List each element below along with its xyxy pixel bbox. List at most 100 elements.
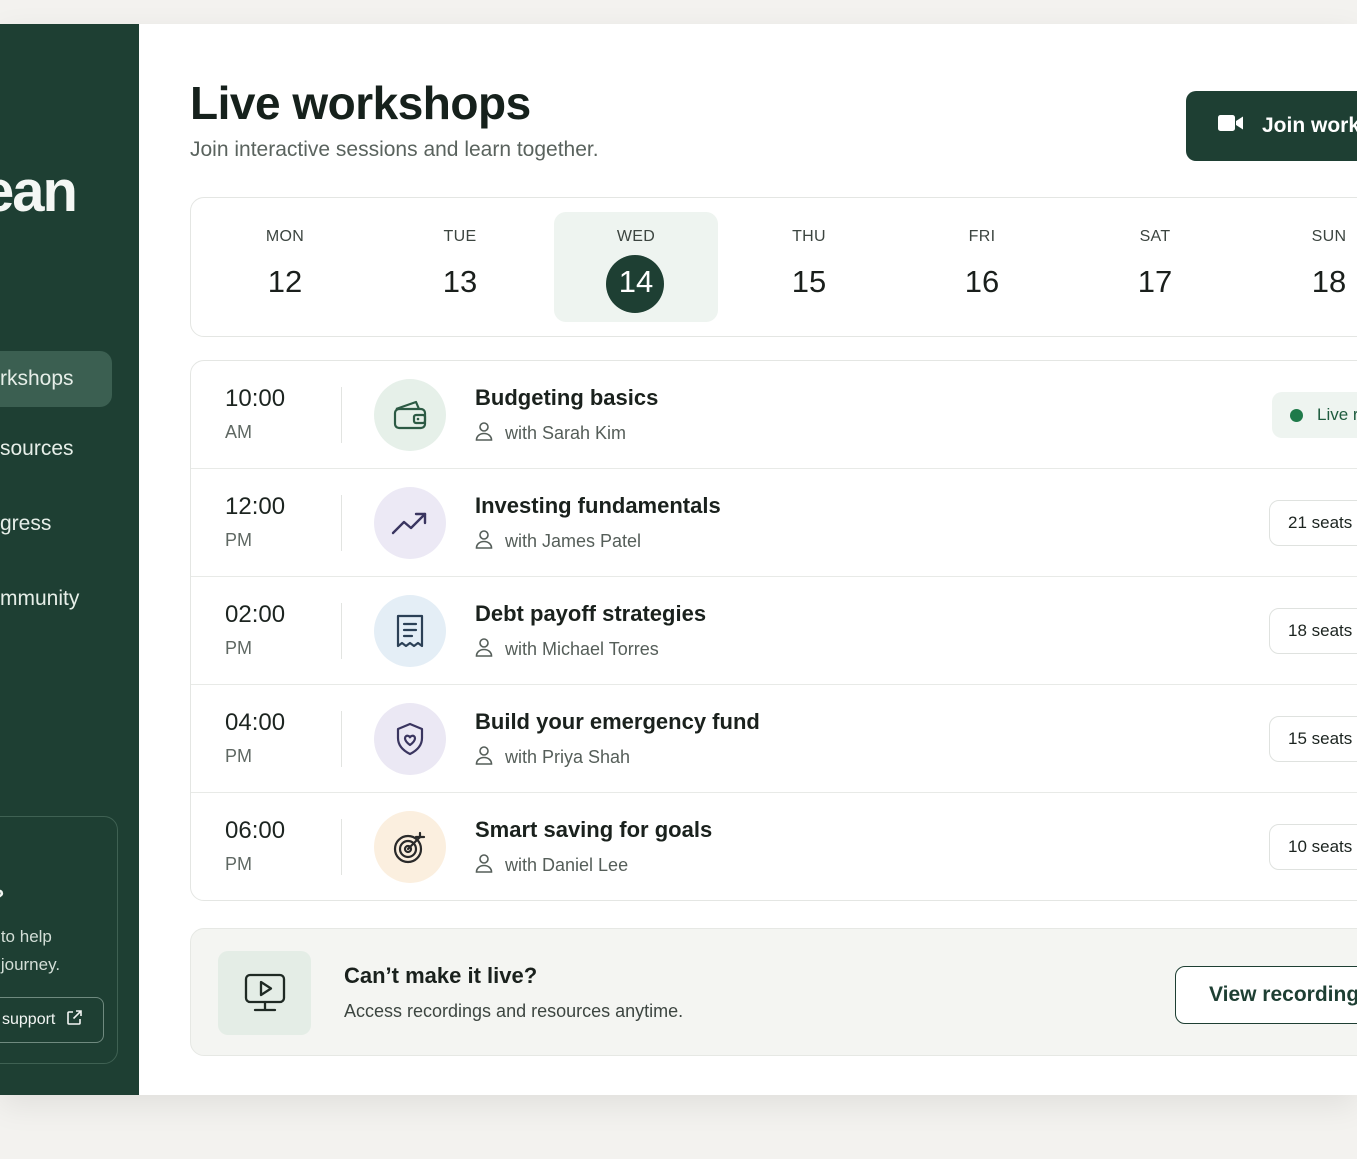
user-icon	[475, 529, 493, 554]
sidebar-item-label: mmunity	[0, 587, 80, 610]
divider	[341, 495, 342, 551]
workshop-list: 10:00 AM Budgeting basics with Sarah Kim…	[190, 360, 1357, 901]
help-title: p?	[0, 887, 4, 909]
divider	[341, 387, 342, 443]
workshop-row[interactable]: 10:00 AM Budgeting basics with Sarah Kim…	[191, 361, 1357, 469]
seats-label: 10 seats	[1288, 837, 1353, 856]
workshop-ampm: PM	[225, 638, 252, 658]
day-number: 18	[1311, 264, 1347, 299]
workshop-time: 06:00	[225, 817, 286, 844]
calendar-day-mon[interactable]: MON 12	[203, 198, 367, 338]
recordings-title: Can’t make it live?	[344, 963, 538, 988]
join-workshop-button[interactable]: Join work	[1186, 91, 1357, 161]
workshop-host: with Priya Shah	[475, 745, 630, 770]
sidebar: ean rkshops sources gress mmunity p? re …	[0, 24, 139, 1095]
workshop-time: 04:00	[225, 709, 286, 736]
user-icon	[475, 745, 493, 770]
wallet-icon	[374, 379, 446, 451]
workshop-ampm: PM	[225, 530, 252, 550]
app-window: ean rkshops sources gress mmunity p? re …	[0, 24, 1357, 1095]
contact-support-button[interactable]: support	[0, 997, 104, 1043]
help-text-line: re to help	[0, 927, 52, 946]
workshop-host: with Sarah Kim	[475, 421, 626, 446]
day-number: 14	[618, 264, 654, 299]
workshop-row[interactable]: 04:00 PM Build your emergency fund with …	[191, 685, 1357, 793]
calendar-day-fri[interactable]: FRI 16	[900, 198, 1064, 338]
day-name: WED	[616, 228, 656, 245]
calendar-day-tue[interactable]: TUE 13	[378, 198, 542, 338]
host-name: with Sarah Kim	[505, 423, 627, 443]
status-label: Live r	[1317, 405, 1357, 424]
workshop-ampm: PM	[225, 746, 252, 766]
brand-logo: ean	[0, 159, 78, 224]
recordings-subtitle: Access recordings and resources anytime.	[344, 1001, 684, 1021]
seats-badge[interactable]: 21 seats	[1269, 500, 1357, 546]
workshop-ampm: AM	[225, 422, 252, 442]
workshop-ampm: PM	[225, 854, 252, 874]
day-name: SAT	[1139, 228, 1171, 245]
sidebar-item-label: rkshops	[0, 367, 74, 390]
sidebar-item-label: sources	[0, 437, 74, 460]
day-name: MON	[265, 228, 305, 245]
host-name: with Daniel Lee	[505, 855, 629, 875]
divider	[341, 711, 342, 767]
seats-label: 15 seats	[1288, 729, 1353, 748]
external-link-icon	[65, 1009, 83, 1032]
host-name: with James Patel	[505, 531, 642, 551]
sidebar-item-community[interactable]: mmunity	[0, 571, 79, 627]
page-title: Live workshops	[190, 77, 531, 129]
seats-badge[interactable]: 15 seats	[1269, 716, 1357, 762]
sidebar-item-workshops[interactable]: rkshops	[0, 351, 112, 407]
workshop-row[interactable]: 02:00 PM Debt payoff strategies with Mic…	[191, 577, 1357, 685]
workshop-host: with Daniel Lee	[475, 853, 628, 878]
day-name: SUN	[1311, 228, 1347, 245]
join-button-label: Join work	[1262, 114, 1357, 137]
page-subtitle: Join interactive sessions and learn toge…	[190, 138, 599, 161]
help-card: p? re to help ur journey. support	[0, 816, 118, 1064]
week-calendar: MON 12 TUE 13 WED 14 THU 15 FRI 16 SAT 1…	[190, 197, 1357, 337]
day-number: 16	[964, 264, 1000, 299]
workshop-host: with James Patel	[475, 529, 641, 554]
recordings-card: Can’t make it live? Access recordings an…	[190, 928, 1357, 1056]
support-button-label: support	[2, 1011, 56, 1028]
live-status-badge[interactable]: Live r	[1272, 392, 1357, 438]
host-name: with Michael Torres	[505, 639, 659, 659]
seats-badge[interactable]: 18 seats	[1269, 608, 1357, 654]
workshop-title: Debt payoff strategies	[475, 601, 707, 626]
workshop-time: 10:00	[225, 385, 286, 412]
workshop-time: 12:00	[225, 493, 286, 520]
day-number: 12	[267, 264, 303, 299]
day-name: FRI	[968, 228, 996, 245]
seats-label: 18 seats	[1288, 621, 1353, 640]
video-camera-icon	[1218, 114, 1244, 138]
day-number: 15	[791, 264, 827, 299]
user-icon	[475, 637, 493, 662]
workshop-title: Budgeting basics	[475, 385, 659, 410]
seats-label: 21 seats	[1288, 513, 1353, 532]
workshop-row[interactable]: 12:00 PM Investing fundamentals with Jam…	[191, 469, 1357, 577]
workshop-title: Smart saving for goals	[475, 817, 713, 842]
sidebar-item-label: gress	[0, 512, 52, 535]
sidebar-item-progress[interactable]: gress	[0, 496, 51, 552]
view-recordings-button[interactable]: View recording	[1175, 966, 1357, 1024]
host-name: with Priya Shah	[505, 747, 631, 767]
workshop-title: Build your emergency fund	[475, 709, 760, 734]
monitor-play-icon	[218, 951, 311, 1035]
workshop-row[interactable]: 06:00 PM Smart saving for goals with Dan…	[191, 793, 1357, 900]
day-name: TUE	[443, 228, 477, 245]
day-number: 17	[1137, 264, 1173, 299]
workshop-title: Investing fundamentals	[475, 493, 721, 518]
workshop-host: with Michael Torres	[475, 637, 659, 662]
help-text-line: ur journey.	[0, 955, 61, 974]
help-text: re to help ur journey.	[0, 923, 60, 979]
day-number: 13	[442, 264, 478, 299]
calendar-day-thu[interactable]: THU 15	[727, 198, 891, 338]
live-dot-icon	[1290, 408, 1303, 422]
divider	[341, 819, 342, 875]
calendar-day-sun[interactable]: SUN 18	[1247, 198, 1357, 338]
sidebar-item-resources[interactable]: sources	[0, 421, 74, 477]
receipt-icon	[374, 595, 446, 667]
calendar-day-sat[interactable]: SAT 17	[1073, 198, 1237, 338]
calendar-day-wed[interactable]: WED 14	[554, 198, 718, 338]
seats-badge[interactable]: 10 seats	[1269, 824, 1357, 870]
